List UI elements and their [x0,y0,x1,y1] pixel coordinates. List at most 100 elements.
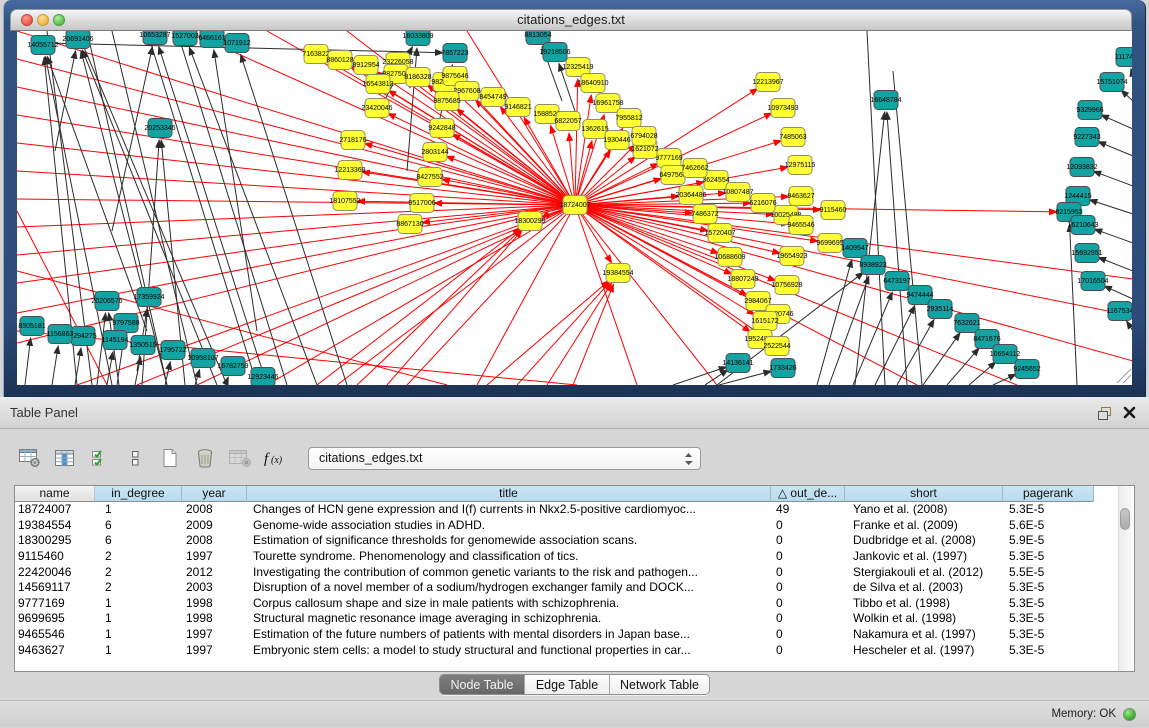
table-cell[interactable]: Wolkin et al. (1998) [845,611,1003,627]
table-cell[interactable]: Dudbridge et al. (2008) [845,533,1003,549]
table-cell[interactable]: 1997 [182,627,247,643]
show-columns-icon[interactable] [49,442,81,474]
graph-edge[interactable] [1098,142,1132,156]
table-cell[interactable]: 2 [95,549,182,565]
graph-node[interactable]: 2522544 [763,337,790,356]
graph-node[interactable]: 9242848 [428,119,455,138]
graph-edge[interactable] [25,338,31,385]
minimize-window-button[interactable] [37,14,49,26]
graph-node[interactable]: 1071912 [223,34,250,53]
graph-node[interactable]: 2935114 [927,300,954,319]
network-graph[interactable]: 1872400771638228860128891295423226058982… [17,31,1132,385]
table-cell[interactable]: 0 [771,533,845,549]
graph-node[interactable]: 10688609 [714,248,745,267]
table-row[interactable]: 1456911722003Disruption of a novel membe… [15,580,1134,596]
graph-edge[interactable] [17,59,575,205]
graph-node[interactable]: 15720407 [704,224,735,243]
table-cell[interactable]: 0 [771,549,845,565]
graph-node[interactable]: 7955812 [615,109,642,128]
graph-edge[interactable] [517,282,610,385]
graph-edge[interactable] [1121,90,1132,101]
table-cell[interactable]: 0 [771,611,845,627]
column-header-pagerank[interactable]: pagerank [1003,486,1094,502]
table-cell[interactable]: 1 [95,627,182,643]
graph-node[interactable]: 1294275 [69,327,96,346]
graph-edge[interactable] [147,31,257,385]
graph-edge[interactable] [853,292,892,385]
graph-edge[interactable] [1101,115,1132,129]
graph-node[interactable]: 20364486 [675,186,706,205]
graph-edge[interactable] [17,205,575,283]
table-cell[interactable]: 1998 [182,611,247,627]
graph-node[interactable]: 17359924 [133,288,164,307]
graph-node[interactable]: 1930446 [603,131,630,150]
graph-node[interactable]: 18640910 [577,74,608,93]
graph-edge[interactable] [77,31,227,385]
zoom-window-button[interactable] [53,14,65,26]
graph-node[interactable]: 9517006 [408,194,435,213]
graph-node[interactable]: 9115460 [820,201,847,220]
table-cell[interactable]: Hescheler et al. (1997) [845,643,1003,659]
graph-edge[interactable] [17,143,575,205]
table-cell[interactable]: 6 [95,518,182,534]
combobox-stepper-icon[interactable] [684,452,693,473]
graph-edge[interactable] [55,51,76,151]
graph-edge[interactable] [829,276,869,385]
table-cell[interactable]: Franke et al. (2009) [845,518,1003,534]
close-window-button[interactable] [21,14,33,26]
table-cell[interactable]: 9777169 [15,596,95,612]
function-builder-icon[interactable]: f(x) [259,442,291,474]
graph-node[interactable]: 9245652 [1013,360,1040,379]
table-cell[interactable]: 18724007 [15,502,95,518]
graph-node[interactable]: 9227343 [1073,128,1100,147]
table-cell[interactable]: 2008 [182,533,247,549]
table-cell[interactable]: 5.3E-5 [1003,580,1094,596]
graph-node[interactable]: 9875685 [433,92,460,111]
graph-node[interactable]: 9329966 [1076,101,1103,120]
graph-node[interactable]: 12923446 [247,368,278,386]
new-column-icon[interactable] [154,442,186,474]
graph-node[interactable]: 16033809 [402,31,433,46]
graph-edge[interactable] [817,260,852,385]
graph-edge[interactable] [1104,286,1132,299]
graph-edge[interactable] [17,205,575,255]
table-cell[interactable]: 14569117 [15,580,95,596]
graph-edge[interactable] [52,346,58,385]
graph-node[interactable]: 18107552 [329,192,360,211]
table-row[interactable]: 911546021997Tourette syndrome. Phenomeno… [15,549,1134,565]
graph-node[interactable]: 16782759 [217,357,248,376]
graph-node[interactable]: 20253346 [144,119,175,138]
table-cell[interactable]: 1 [95,611,182,627]
graph-node[interactable]: 16543812 [362,75,393,94]
table-cell[interactable]: 18300295 [15,533,95,549]
graph-node[interactable]: 1615172 [751,312,778,331]
network-view-canvas[interactable]: 1872400771638228860128891295423226058982… [17,31,1132,385]
column-header-short[interactable]: short [845,486,1003,502]
graph-node[interactable]: 8860128 [326,51,353,70]
graph-node[interactable]: 6822057 [554,112,581,131]
table-cell[interactable]: 2 [95,565,182,581]
graph-edge[interactable] [893,71,922,385]
graph-node[interactable]: 2803144 [421,143,448,162]
column-header-year[interactable]: year [182,486,247,502]
graph-node[interactable]: 1527002 [171,31,198,46]
graph-edge[interactable] [337,205,575,385]
table-cell[interactable]: Structural magnetic resonance image aver… [247,611,771,627]
graph-node[interactable]: 7857223 [441,44,468,63]
table-cell[interactable]: 9463627 [15,643,95,659]
tab-edge-table[interactable]: Edge Table [525,675,610,694]
graph-edge[interactable] [135,357,141,385]
graph-node[interactable]: 8938923 [859,256,886,275]
table-row[interactable]: 1830029562008Estimation of significance … [15,533,1134,549]
table-cell[interactable]: Changes of HCN gene expression and I(f) … [247,502,771,518]
table-row[interactable]: 946554611997Estimation of the future num… [15,627,1134,643]
table-cell[interactable]: 0 [771,565,845,581]
graph-node[interactable]: 10756928 [771,276,802,295]
graph-node[interactable]: 8912954 [352,56,379,75]
table-cell[interactable]: Estimation of the future numbers of pati… [247,627,771,643]
canvas-resize-grip[interactable] [1117,369,1131,383]
graph-node[interactable]: 17016504 [1077,272,1108,291]
graph-node[interactable]: 9463627 [787,187,814,206]
graph-node[interactable]: 2718176 [339,131,366,150]
graph-node[interactable]: 14055712 [27,36,58,55]
